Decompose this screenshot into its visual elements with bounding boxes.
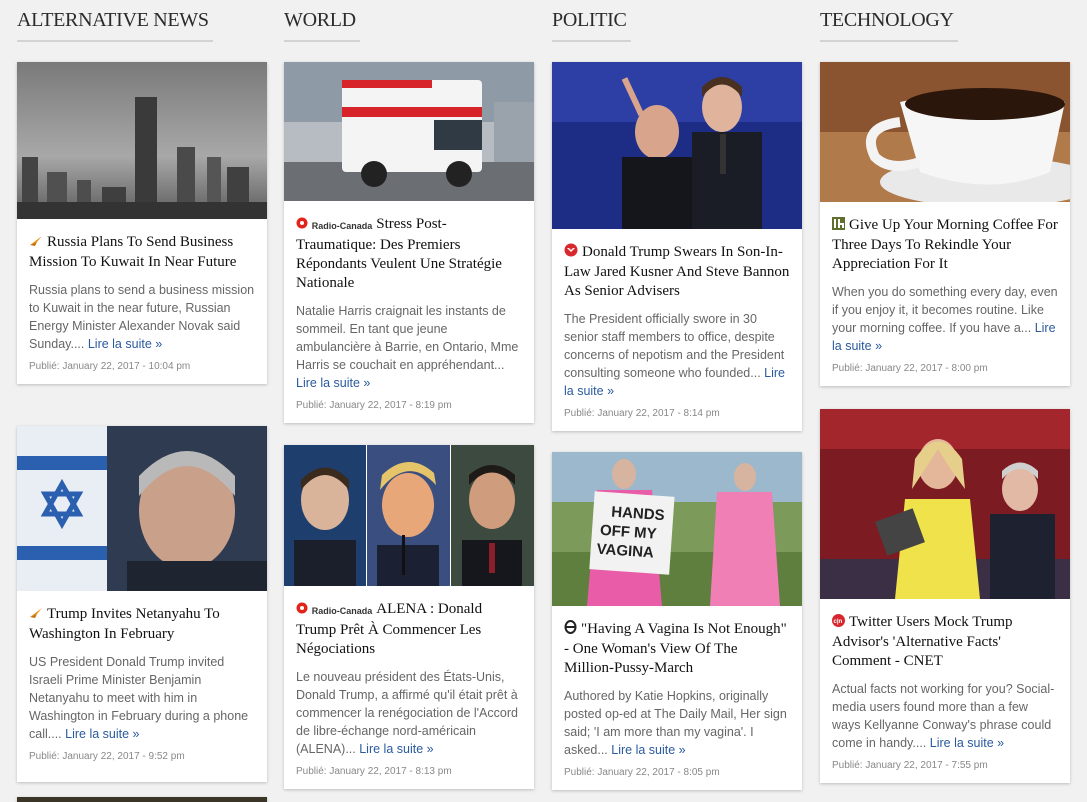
article-image[interactable] bbox=[17, 797, 267, 802]
theta-circle-icon bbox=[564, 620, 577, 640]
article-headline[interactable]: Radio-Canada ALENA : Donald Trump Prêt À … bbox=[296, 600, 522, 659]
publish-date: Publié: January 22, 2017 - 7:55 pm bbox=[832, 760, 988, 771]
news-card[interactable]: c|n Twitter Users Mock Trump Advisor's 'A… bbox=[820, 409, 1070, 783]
news-card-partial[interactable] bbox=[17, 797, 267, 802]
publish-date: Publié: January 22, 2017 - 8:13 pm bbox=[296, 766, 452, 777]
article-image[interactable] bbox=[284, 445, 534, 586]
publish-date: Publié: January 22, 2017 - 8:19 pm bbox=[296, 400, 452, 411]
publish-date: Publié: January 22, 2017 - 8:14 pm bbox=[564, 408, 720, 419]
radio-canada-logo-icon: Radio-Canada bbox=[296, 216, 372, 236]
news-card[interactable]: Radio-Canada Stress Post-Traumatique: Des… bbox=[284, 62, 534, 423]
article-image[interactable]: HANDSOFF MYVAGINA bbox=[552, 452, 802, 606]
article-image[interactable] bbox=[820, 409, 1070, 599]
lifehacker-icon bbox=[832, 217, 845, 236]
read-more-link[interactable]: Lire la suite » bbox=[930, 736, 1004, 750]
read-more-link[interactable]: Lire la suite » bbox=[65, 727, 139, 741]
column-title: ALTERNATIVE NEWS bbox=[17, 0, 213, 42]
article-excerpt: Natalie Harris craignait les instants de… bbox=[296, 304, 519, 390]
news-card[interactable]: Radio-Canada ALENA : Donald Trump Prêt À … bbox=[284, 445, 534, 789]
cnet-icon: c|n bbox=[832, 614, 845, 633]
column-technology: TECHNOLOGY Give Up Your Morning Coffee F… bbox=[820, 0, 1070, 783]
column-title: POLITIC bbox=[552, 0, 631, 42]
news-card[interactable]: Trump Invites Netanyahu To Washington In… bbox=[17, 426, 267, 782]
svg-text:c|n: c|n bbox=[834, 619, 843, 625]
article-image[interactable] bbox=[820, 62, 1070, 202]
read-more-link[interactable]: Lire la suite » bbox=[359, 742, 433, 756]
article-headline[interactable]: "Having A Vagina Is Not Enough" - One Wo… bbox=[564, 620, 790, 678]
news-card[interactable]: HANDSOFF MYVAGINA "Having A Vagina Is No… bbox=[552, 452, 802, 790]
news-card[interactable]: Russia Plans To Send Business Mission To… bbox=[17, 62, 267, 384]
column-politic: POLITIC Donald Trump Swears In Son-In-La… bbox=[552, 0, 802, 790]
article-excerpt: US President Donald Trump invited Israel… bbox=[29, 655, 249, 741]
column-title: TECHNOLOGY bbox=[820, 0, 958, 42]
article-image[interactable] bbox=[284, 62, 534, 201]
read-more-link[interactable]: Lire la suite » bbox=[296, 376, 370, 390]
column-world: WORLD Radio-Canada Stress Post-Traumatiqu… bbox=[284, 0, 534, 789]
read-more-link[interactable]: Lire la suite » bbox=[611, 743, 685, 757]
rt-bird-icon bbox=[29, 234, 43, 253]
article-image[interactable] bbox=[17, 62, 267, 219]
article-headline[interactable]: Give Up Your Morning Coffee For Three Da… bbox=[832, 216, 1058, 274]
article-excerpt: When you do something every day, even if… bbox=[832, 285, 1058, 353]
article-excerpt: Le nouveau président des États-Unis, Don… bbox=[296, 670, 518, 756]
column-alternative-news: ALTERNATIVE NEWS Russia Plans To Send Bu… bbox=[17, 0, 267, 802]
news-card[interactable]: Give Up Your Morning Coffee For Three Da… bbox=[820, 62, 1070, 386]
rt-bird-icon bbox=[29, 606, 43, 625]
red-eagle-icon bbox=[564, 243, 578, 263]
publish-date: Publié: January 22, 2017 - 10:04 pm bbox=[29, 361, 191, 372]
article-excerpt: The President officially swore in 30 sen… bbox=[564, 312, 785, 398]
article-headline[interactable]: Trump Invites Netanyahu To Washington In… bbox=[29, 605, 255, 644]
article-headline[interactable]: Radio-Canada Stress Post-Traumatique: Des… bbox=[296, 215, 522, 293]
column-title: WORLD bbox=[284, 0, 360, 42]
article-headline[interactable]: Donald Trump Swears In Son-In-Law Jared … bbox=[564, 243, 790, 301]
article-image[interactable] bbox=[552, 62, 802, 229]
article-excerpt: Actual facts not working for you? Social… bbox=[832, 682, 1055, 750]
article-excerpt: Authored by Katie Hopkins, originally po… bbox=[564, 689, 787, 757]
radio-canada-logo-icon: Radio-Canada bbox=[296, 601, 372, 621]
article-headline[interactable]: c|n Twitter Users Mock Trump Advisor's 'A… bbox=[832, 613, 1058, 671]
publish-date: Publié: January 22, 2017 - 8:00 pm bbox=[832, 363, 988, 374]
read-more-link[interactable]: Lire la suite » bbox=[88, 337, 162, 351]
article-image[interactable] bbox=[17, 426, 267, 591]
article-headline[interactable]: Russia Plans To Send Business Mission To… bbox=[29, 233, 255, 272]
news-card[interactable]: Donald Trump Swears In Son-In-Law Jared … bbox=[552, 62, 802, 431]
publish-date: Publié: January 22, 2017 - 9:52 pm bbox=[29, 751, 185, 762]
publish-date: Publié: January 22, 2017 - 8:05 pm bbox=[564, 767, 720, 778]
article-excerpt: Russia plans to send a business mission … bbox=[29, 283, 255, 351]
